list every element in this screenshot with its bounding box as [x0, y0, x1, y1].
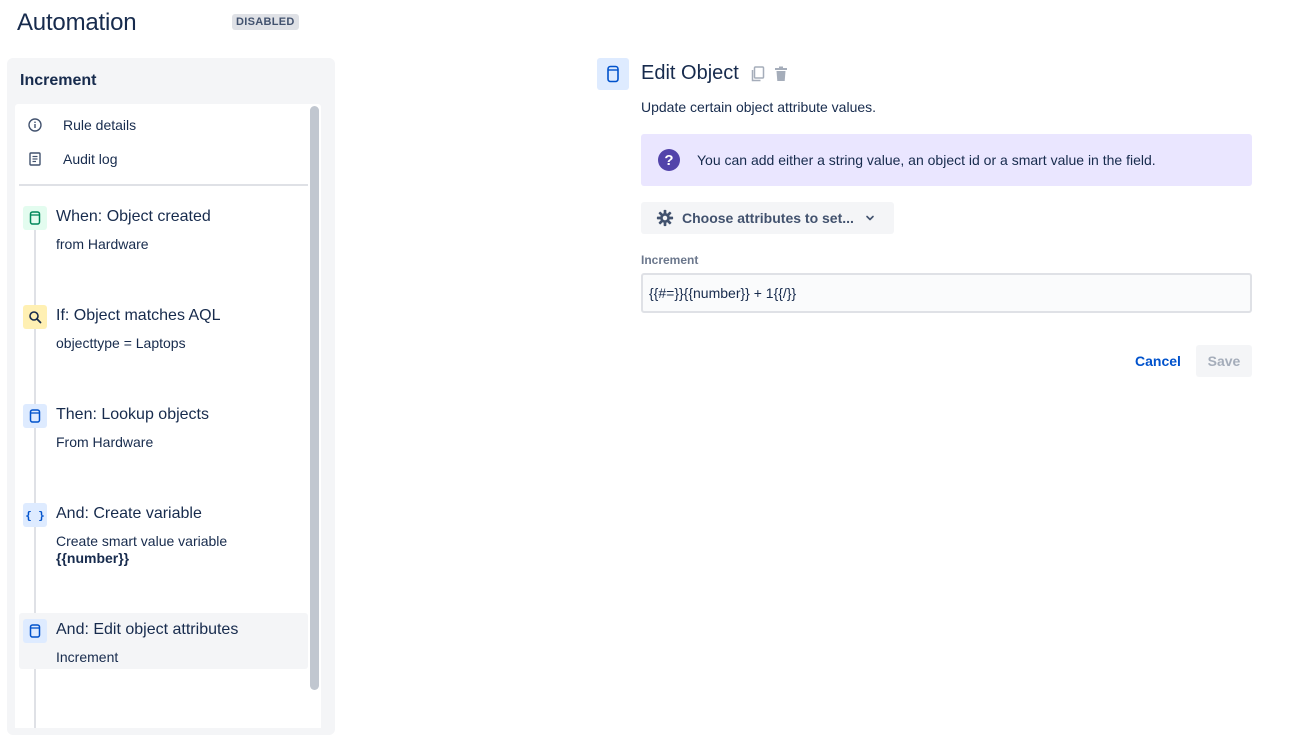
scrollbar[interactable] [310, 106, 319, 690]
component-subtitle: Increment [56, 649, 119, 665]
rule-components-list: Rule details Audit log When: Object crea… [15, 104, 321, 728]
component-description: Update certain object attribute values. [641, 99, 877, 115]
trash-icon[interactable] [772, 65, 790, 83]
sidebar-item-audit-log[interactable]: Audit log [27, 148, 117, 170]
variable-name: {{number}} [56, 550, 130, 566]
info-message: ? You can add either a string value, an … [641, 134, 1252, 186]
document-icon [27, 151, 43, 167]
object-icon [23, 206, 47, 230]
chevron-down-icon [864, 212, 876, 224]
divider [19, 184, 308, 186]
component-heading: Edit Object [641, 62, 739, 84]
copy-icon[interactable] [749, 65, 767, 83]
increment-field-label: Increment [641, 253, 699, 267]
component-edit-object[interactable]: And: Edit object attributes Increment [19, 613, 308, 669]
object-icon [597, 58, 629, 90]
component-title: And: Create variable [56, 505, 202, 522]
question-icon: ? [658, 149, 680, 171]
component-subtitle: from Hardware [56, 236, 149, 252]
component-title: When: Object created [56, 208, 211, 225]
component-condition[interactable]: If: Object matches AQL objecttype = Lapt… [19, 299, 308, 369]
braces-icon: { } [23, 503, 47, 527]
increment-field[interactable] [641, 273, 1252, 313]
component-title: If: Object matches AQL [56, 307, 221, 324]
component-lookup-action[interactable]: Then: Lookup objects From Hardware [19, 398, 308, 468]
search-icon [23, 305, 47, 329]
sidebar-item-label: Rule details [63, 117, 137, 133]
page-title: Automation [17, 9, 137, 36]
component-title: Then: Lookup objects [56, 406, 209, 423]
rule-name: Increment [20, 72, 97, 89]
component-subtitle: objecttype = Laptops [56, 335, 186, 351]
choose-attributes-button[interactable]: Choose attributes to set... [641, 202, 894, 234]
sidebar-item-label: Audit log [63, 151, 118, 167]
rule-sidebar: Increment Rule details Audit log When: O… [7, 58, 335, 735]
component-subtitle: From Hardware [56, 434, 154, 450]
object-icon [23, 619, 47, 643]
gear-icon [655, 208, 675, 228]
info-text: You can add either a string value, an ob… [697, 152, 1156, 168]
status-badge: DISABLED [232, 14, 299, 30]
component-trigger[interactable]: When: Object created from Hardware [19, 200, 308, 270]
object-icon [23, 404, 47, 428]
save-button[interactable]: Save [1196, 345, 1252, 377]
cancel-button[interactable]: Cancel [1126, 345, 1190, 377]
info-icon [27, 117, 43, 133]
choose-attributes-label: Choose attributes to set... [682, 210, 854, 226]
sidebar-item-rule-details[interactable]: Rule details [27, 114, 136, 136]
component-subtitle: Create smart value variable [56, 533, 228, 549]
component-create-variable[interactable]: { } And: Create variable Create smart va… [19, 497, 308, 577]
component-title: And: Edit object attributes [56, 621, 239, 638]
